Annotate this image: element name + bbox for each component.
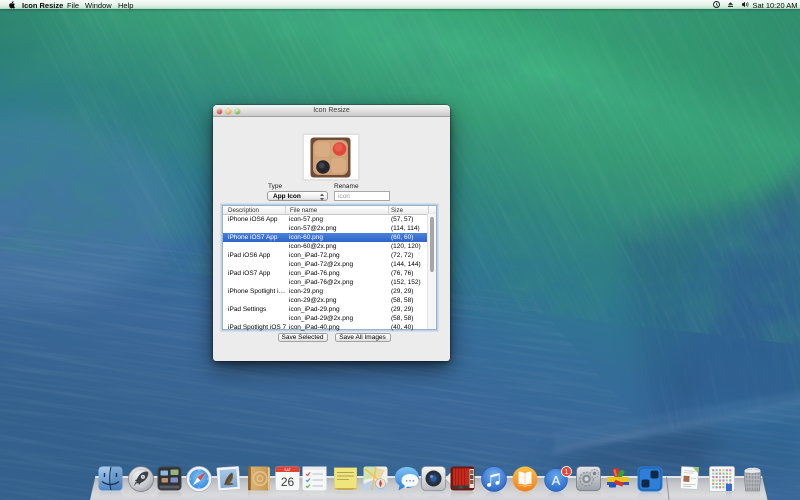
svg-text:A: A [551,473,560,488]
svg-text:SAT: SAT [284,467,292,471]
svg-text:A: A [551,495,560,499]
svg-text:1: 1 [564,469,568,476]
svg-text:26: 26 [280,475,294,489]
svg-text:26: 26 [280,493,294,499]
